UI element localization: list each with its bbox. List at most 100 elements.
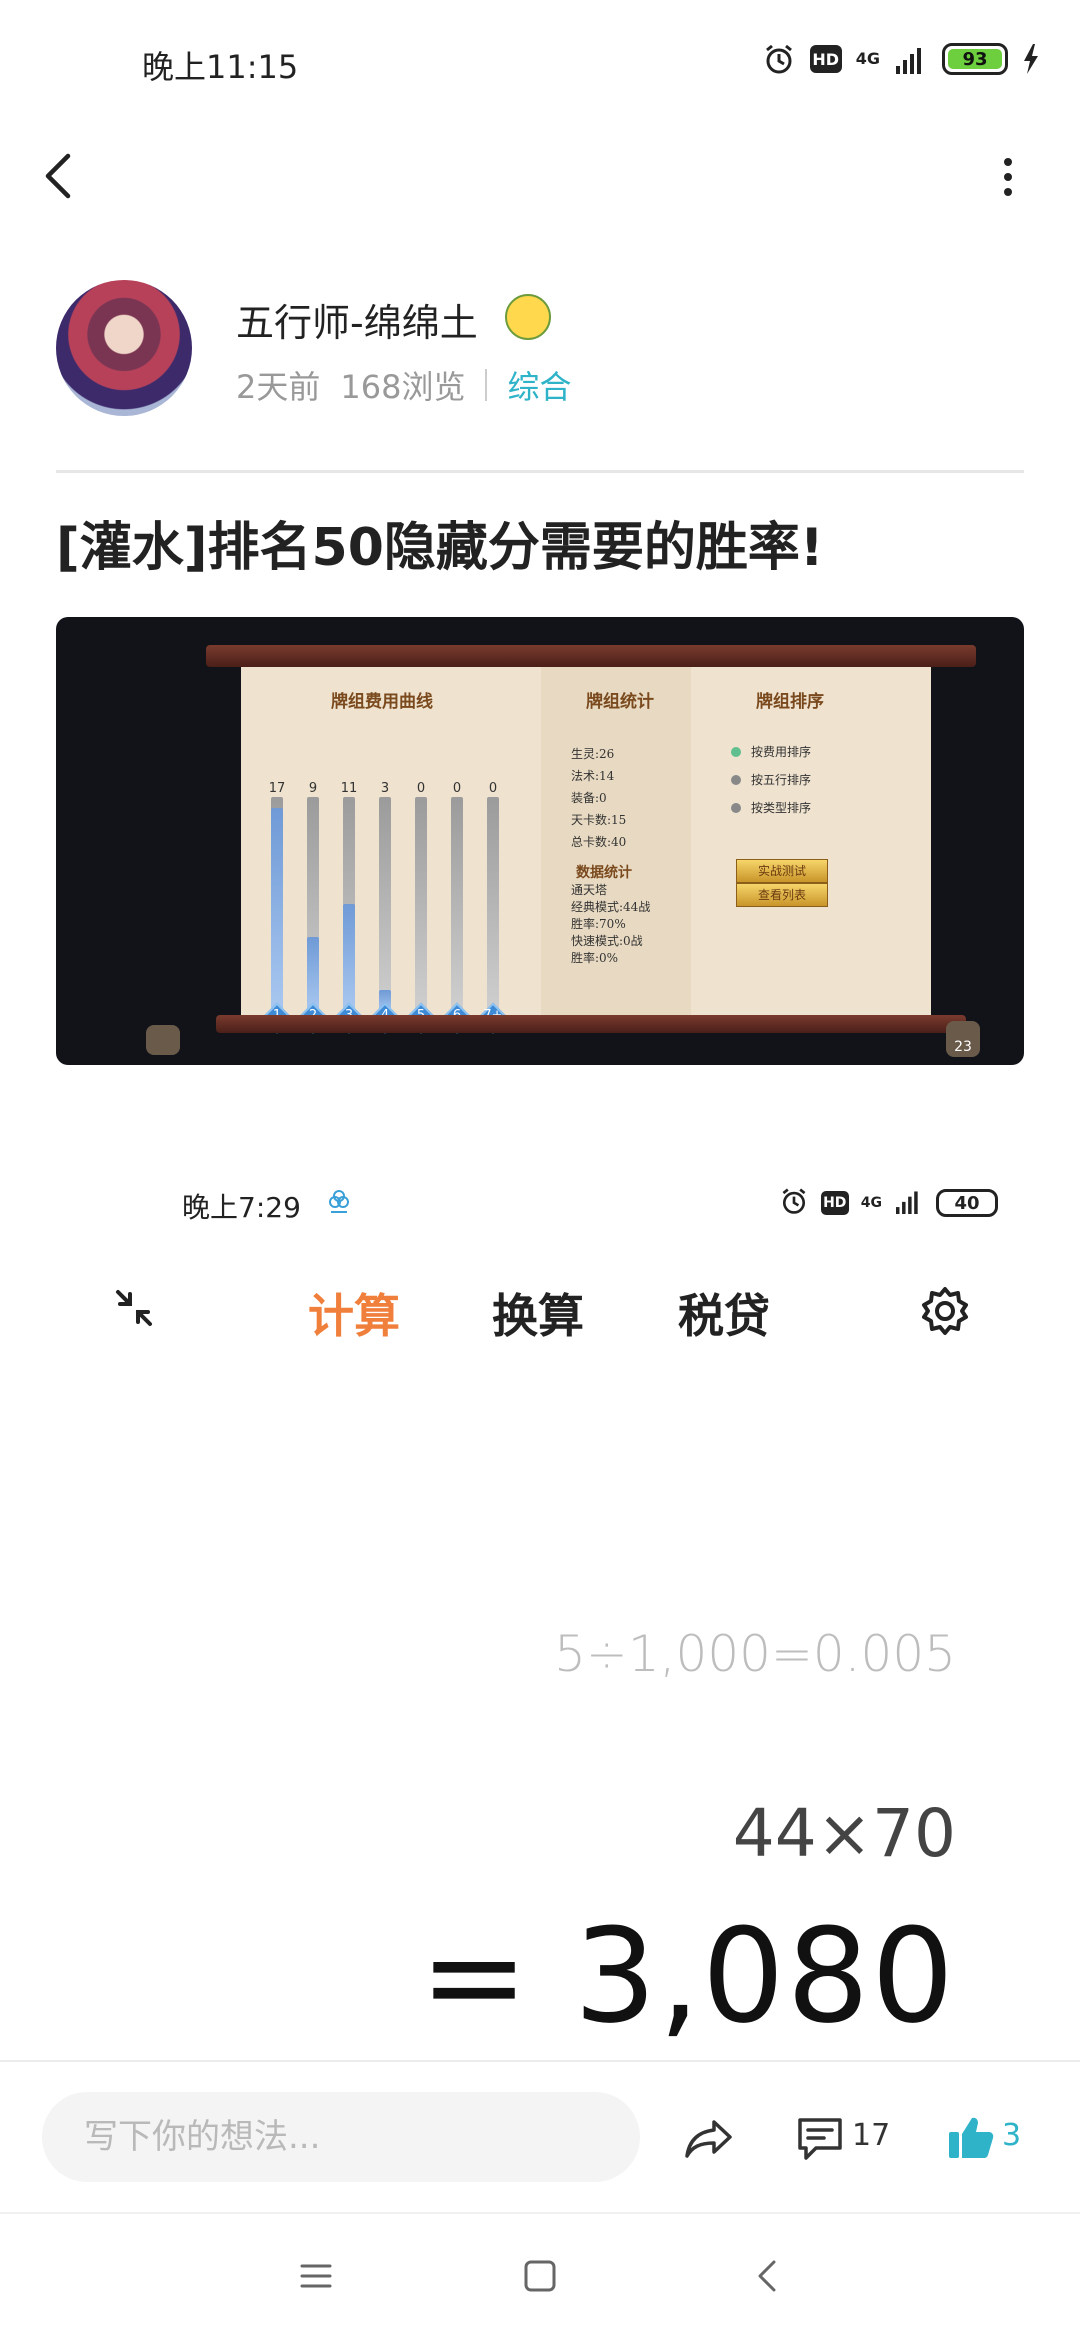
system-nav-bar bbox=[0, 2212, 1080, 2340]
like-count[interactable]: 3 bbox=[1002, 2118, 1021, 2153]
sort-radio-active bbox=[731, 747, 741, 757]
cost-bar-count: 9 bbox=[308, 781, 318, 796]
cost-bar-track bbox=[415, 797, 427, 1012]
sort-option: 按费用排序 bbox=[751, 745, 812, 759]
network-type-icon: 4G bbox=[855, 49, 880, 68]
battery-icon: 93 bbox=[942, 43, 1008, 75]
cloud-icon bbox=[326, 1188, 352, 1214]
scroll-top-rod bbox=[206, 645, 976, 667]
cost-bar bbox=[343, 797, 355, 1012]
sort-title: 牌组排序 bbox=[756, 692, 824, 712]
cost-bar-count: 17 bbox=[268, 781, 286, 796]
tab-tax-loan: 税贷 bbox=[678, 1289, 770, 1343]
deck-stat: 天卡数:15 bbox=[571, 813, 627, 827]
stats-title: 牌组统计 bbox=[586, 692, 654, 712]
share-icon[interactable] bbox=[684, 2118, 734, 2160]
scroll-bottom-rod bbox=[216, 1015, 966, 1033]
post-category[interactable]: 综合 bbox=[507, 362, 571, 408]
sort-column bbox=[691, 667, 931, 1017]
meta-divider bbox=[485, 369, 488, 401]
author-avatar[interactable] bbox=[56, 280, 192, 416]
author-name[interactable]: 五行师-绵绵土 bbox=[236, 292, 478, 347]
author-badge-icon bbox=[505, 294, 551, 340]
cost-bar-count: 11 bbox=[340, 781, 358, 796]
charging-icon bbox=[1022, 44, 1040, 74]
sort-radio bbox=[731, 775, 741, 785]
battle-test-button: 实战测试 bbox=[736, 859, 828, 883]
post-image-game-screenshot[interactable]: 牌组费用曲线 牌组统计 牌组排序 1719211334050607+ 生灵:26… bbox=[56, 617, 1024, 1065]
signal-icon bbox=[894, 44, 928, 74]
calc-result: = 3,080 bbox=[419, 1900, 956, 2052]
post-views: 168浏览 bbox=[340, 368, 466, 406]
post-title: [灌水]排名50隐藏分需要的胜率! bbox=[56, 518, 824, 578]
tab-convert: 换算 bbox=[492, 1289, 584, 1343]
data-stat: 胜率:70% bbox=[571, 917, 626, 931]
back-nav-icon[interactable] bbox=[748, 2256, 788, 2296]
hd-icon: HD bbox=[809, 45, 842, 73]
menu-icon[interactable] bbox=[296, 2256, 336, 2296]
deck-stat: 法术:14 bbox=[571, 769, 615, 783]
view-list-button: 查看列表 bbox=[736, 883, 828, 907]
header-divider bbox=[56, 470, 1024, 473]
status-icons: HD 4G 93 bbox=[762, 42, 1040, 76]
deck-stat: 总卡数:40 bbox=[571, 835, 627, 849]
sort-option: 按类型排序 bbox=[751, 801, 812, 815]
cost-bar-count: 0 bbox=[416, 781, 426, 796]
alarm-icon bbox=[762, 42, 796, 76]
sort-radio bbox=[731, 803, 741, 813]
hd-icon: HD bbox=[820, 1191, 849, 1215]
deck-panel: 牌组费用曲线 牌组统计 牌组排序 1719211334050607+ 生灵:26… bbox=[241, 667, 931, 1034]
cost-bar-count: 0 bbox=[452, 781, 462, 796]
cost-bar-count: 0 bbox=[488, 781, 498, 796]
bottom-action-bar: 写下你的想法... 17 3 bbox=[0, 2060, 1080, 2210]
curve-title: 牌组费用曲线 bbox=[331, 692, 433, 712]
cost-bar-fill bbox=[271, 808, 283, 1012]
cost-bar bbox=[487, 797, 499, 1012]
cost-bar bbox=[307, 797, 319, 1012]
calc-expression: 44×70 bbox=[732, 1795, 956, 1872]
cost-bar-track bbox=[379, 797, 391, 1012]
cost-bar bbox=[271, 797, 283, 1012]
post-time: 2天前 bbox=[236, 368, 321, 406]
data-stat: 胜率:0% bbox=[571, 951, 619, 965]
back-button[interactable] bbox=[40, 150, 80, 202]
more-options-button[interactable] bbox=[998, 152, 1018, 202]
thumbs-up-icon[interactable] bbox=[946, 2114, 994, 2160]
calc-history-line: 5÷1,000=0.005 bbox=[554, 1625, 956, 1683]
cost-bar-fill bbox=[307, 937, 319, 1012]
sort-option: 按五行排序 bbox=[751, 773, 812, 787]
comment-input[interactable]: 写下你的想法... bbox=[42, 2092, 640, 2182]
post-meta: 2天前 168浏览 综合 bbox=[236, 362, 571, 408]
status-time: 晚上11:15 bbox=[142, 48, 299, 86]
data-title: 数据统计 bbox=[576, 865, 632, 881]
data-stat: 快速模式:0战 bbox=[571, 934, 643, 948]
signal-icon bbox=[894, 1188, 924, 1218]
deck-stat: 生灵:26 bbox=[571, 747, 615, 761]
corner-badge: 23 bbox=[946, 1021, 980, 1057]
home-icon[interactable] bbox=[520, 2256, 560, 2296]
data-stat: 通天塔 bbox=[571, 883, 608, 897]
chat-icon bbox=[146, 1025, 180, 1055]
cost-bar bbox=[451, 797, 463, 1012]
cost-bar-track bbox=[451, 797, 463, 1012]
calc-status-time: 晚上7:29 bbox=[182, 1191, 301, 1224]
cost-bar bbox=[415, 797, 427, 1012]
alarm-icon bbox=[779, 1186, 809, 1220]
cost-bar-count: 3 bbox=[380, 781, 390, 796]
comment-icon[interactable] bbox=[796, 2116, 844, 2162]
comment-count[interactable]: 17 bbox=[852, 2118, 890, 2153]
more-vertical-icon bbox=[1004, 158, 1012, 196]
battery-icon: 40 bbox=[936, 1189, 998, 1217]
tab-calculate: 计算 bbox=[308, 1289, 400, 1343]
deck-stat: 装备:0 bbox=[571, 791, 607, 805]
cost-bar-fill bbox=[343, 904, 355, 1012]
battery-level: 93 bbox=[948, 49, 1002, 70]
data-stat: 经典模式:44战 bbox=[571, 900, 651, 914]
back-arrow-icon bbox=[45, 153, 71, 199]
collapse-icon bbox=[112, 1286, 156, 1330]
settings-gear-icon bbox=[918, 1284, 972, 1338]
network-type-icon: 4G bbox=[860, 1195, 882, 1211]
calc-status-icons: HD 4G 40 bbox=[779, 1186, 998, 1220]
cost-bar bbox=[379, 797, 391, 1012]
cost-bar-track bbox=[487, 797, 499, 1012]
